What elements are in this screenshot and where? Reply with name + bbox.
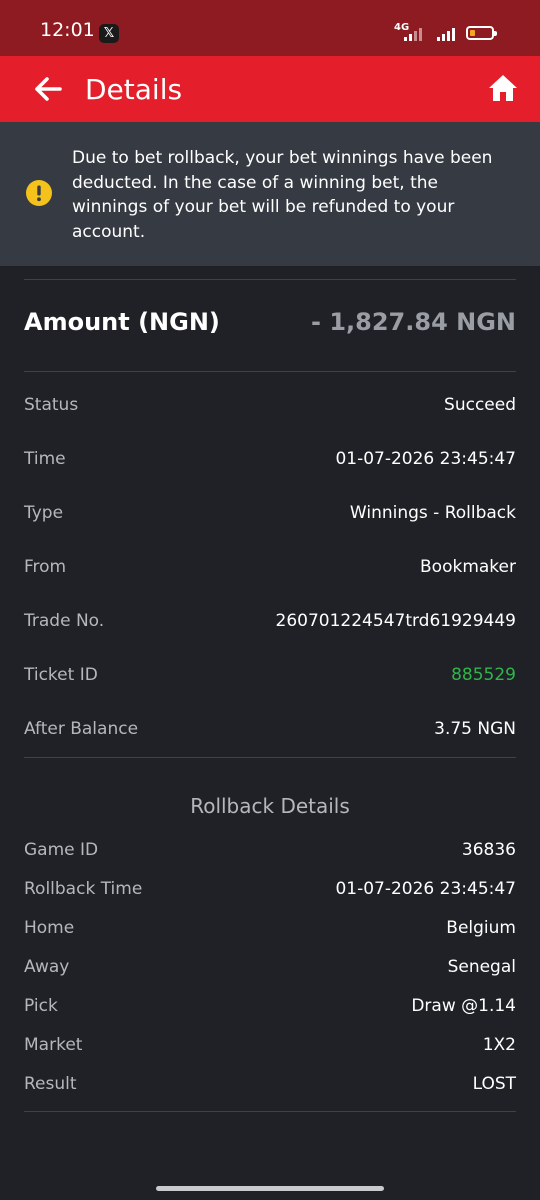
status-value: Succeed xyxy=(444,395,516,415)
result-label: Result xyxy=(24,1074,77,1094)
rollback-details-title: Rollback Details xyxy=(190,794,350,818)
status-time: 12:01 xyxy=(40,19,95,41)
exclamation-circle-icon xyxy=(26,180,52,206)
status-bar: 12:01 𝕏 4G xyxy=(0,0,540,56)
trade-no-value: 260701224547trd61929449 xyxy=(275,611,516,631)
signal-icon xyxy=(404,27,422,41)
market-value: 1X2 xyxy=(482,1035,516,1055)
type-value: Winnings - Rollback xyxy=(349,503,516,523)
ticket-id-link[interactable]: 885529 xyxy=(451,665,516,685)
home-label: Home xyxy=(24,918,75,938)
time-label: Time xyxy=(24,449,66,469)
status-label: Status xyxy=(24,395,79,415)
game-id-value: 36836 xyxy=(461,840,516,860)
signal-icon-2 xyxy=(437,27,455,41)
app-header: Details xyxy=(0,56,540,122)
trade-no-label: Trade No. xyxy=(24,611,105,631)
after-balance-value: 3.75 NGN xyxy=(434,719,516,739)
pick-label: Pick xyxy=(24,996,58,1016)
divider xyxy=(24,279,516,280)
home-icon[interactable] xyxy=(488,74,518,102)
amount-value: - 1,827.84 NGN xyxy=(311,308,516,336)
x-app-icon: 𝕏 xyxy=(99,24,119,43)
divider xyxy=(24,1111,516,1112)
market-label: Market xyxy=(24,1035,83,1055)
away-label: Away xyxy=(24,957,70,977)
battery-icon xyxy=(466,26,497,40)
away-value: Senegal xyxy=(447,957,516,977)
result-value: LOST xyxy=(472,1074,516,1094)
divider xyxy=(24,757,516,758)
after-balance-label: After Balance xyxy=(24,719,139,739)
divider xyxy=(24,371,516,372)
amount-label: Amount (NGN) xyxy=(24,308,220,336)
arrow-left-icon[interactable] xyxy=(34,76,62,102)
ticket-id-label: Ticket ID xyxy=(24,665,98,685)
from-label: From xyxy=(24,557,67,577)
page-title: Details xyxy=(85,73,183,106)
type-label: Type xyxy=(24,503,64,523)
pick-value: Draw @1.14 xyxy=(411,996,516,1016)
from-value: Bookmaker xyxy=(420,557,516,577)
time-value: 01-07-2026 23:45:47 xyxy=(335,449,516,469)
notice-text: Due to bet rollback, your bet winnings h… xyxy=(72,148,493,242)
rollback-time-label: Rollback Time xyxy=(24,879,143,899)
game-id-label: Game ID xyxy=(24,840,99,860)
gesture-bar[interactable] xyxy=(156,1186,384,1191)
home-value: Belgium xyxy=(446,918,516,938)
rollback-time-value: 01-07-2026 23:45:47 xyxy=(335,879,516,899)
